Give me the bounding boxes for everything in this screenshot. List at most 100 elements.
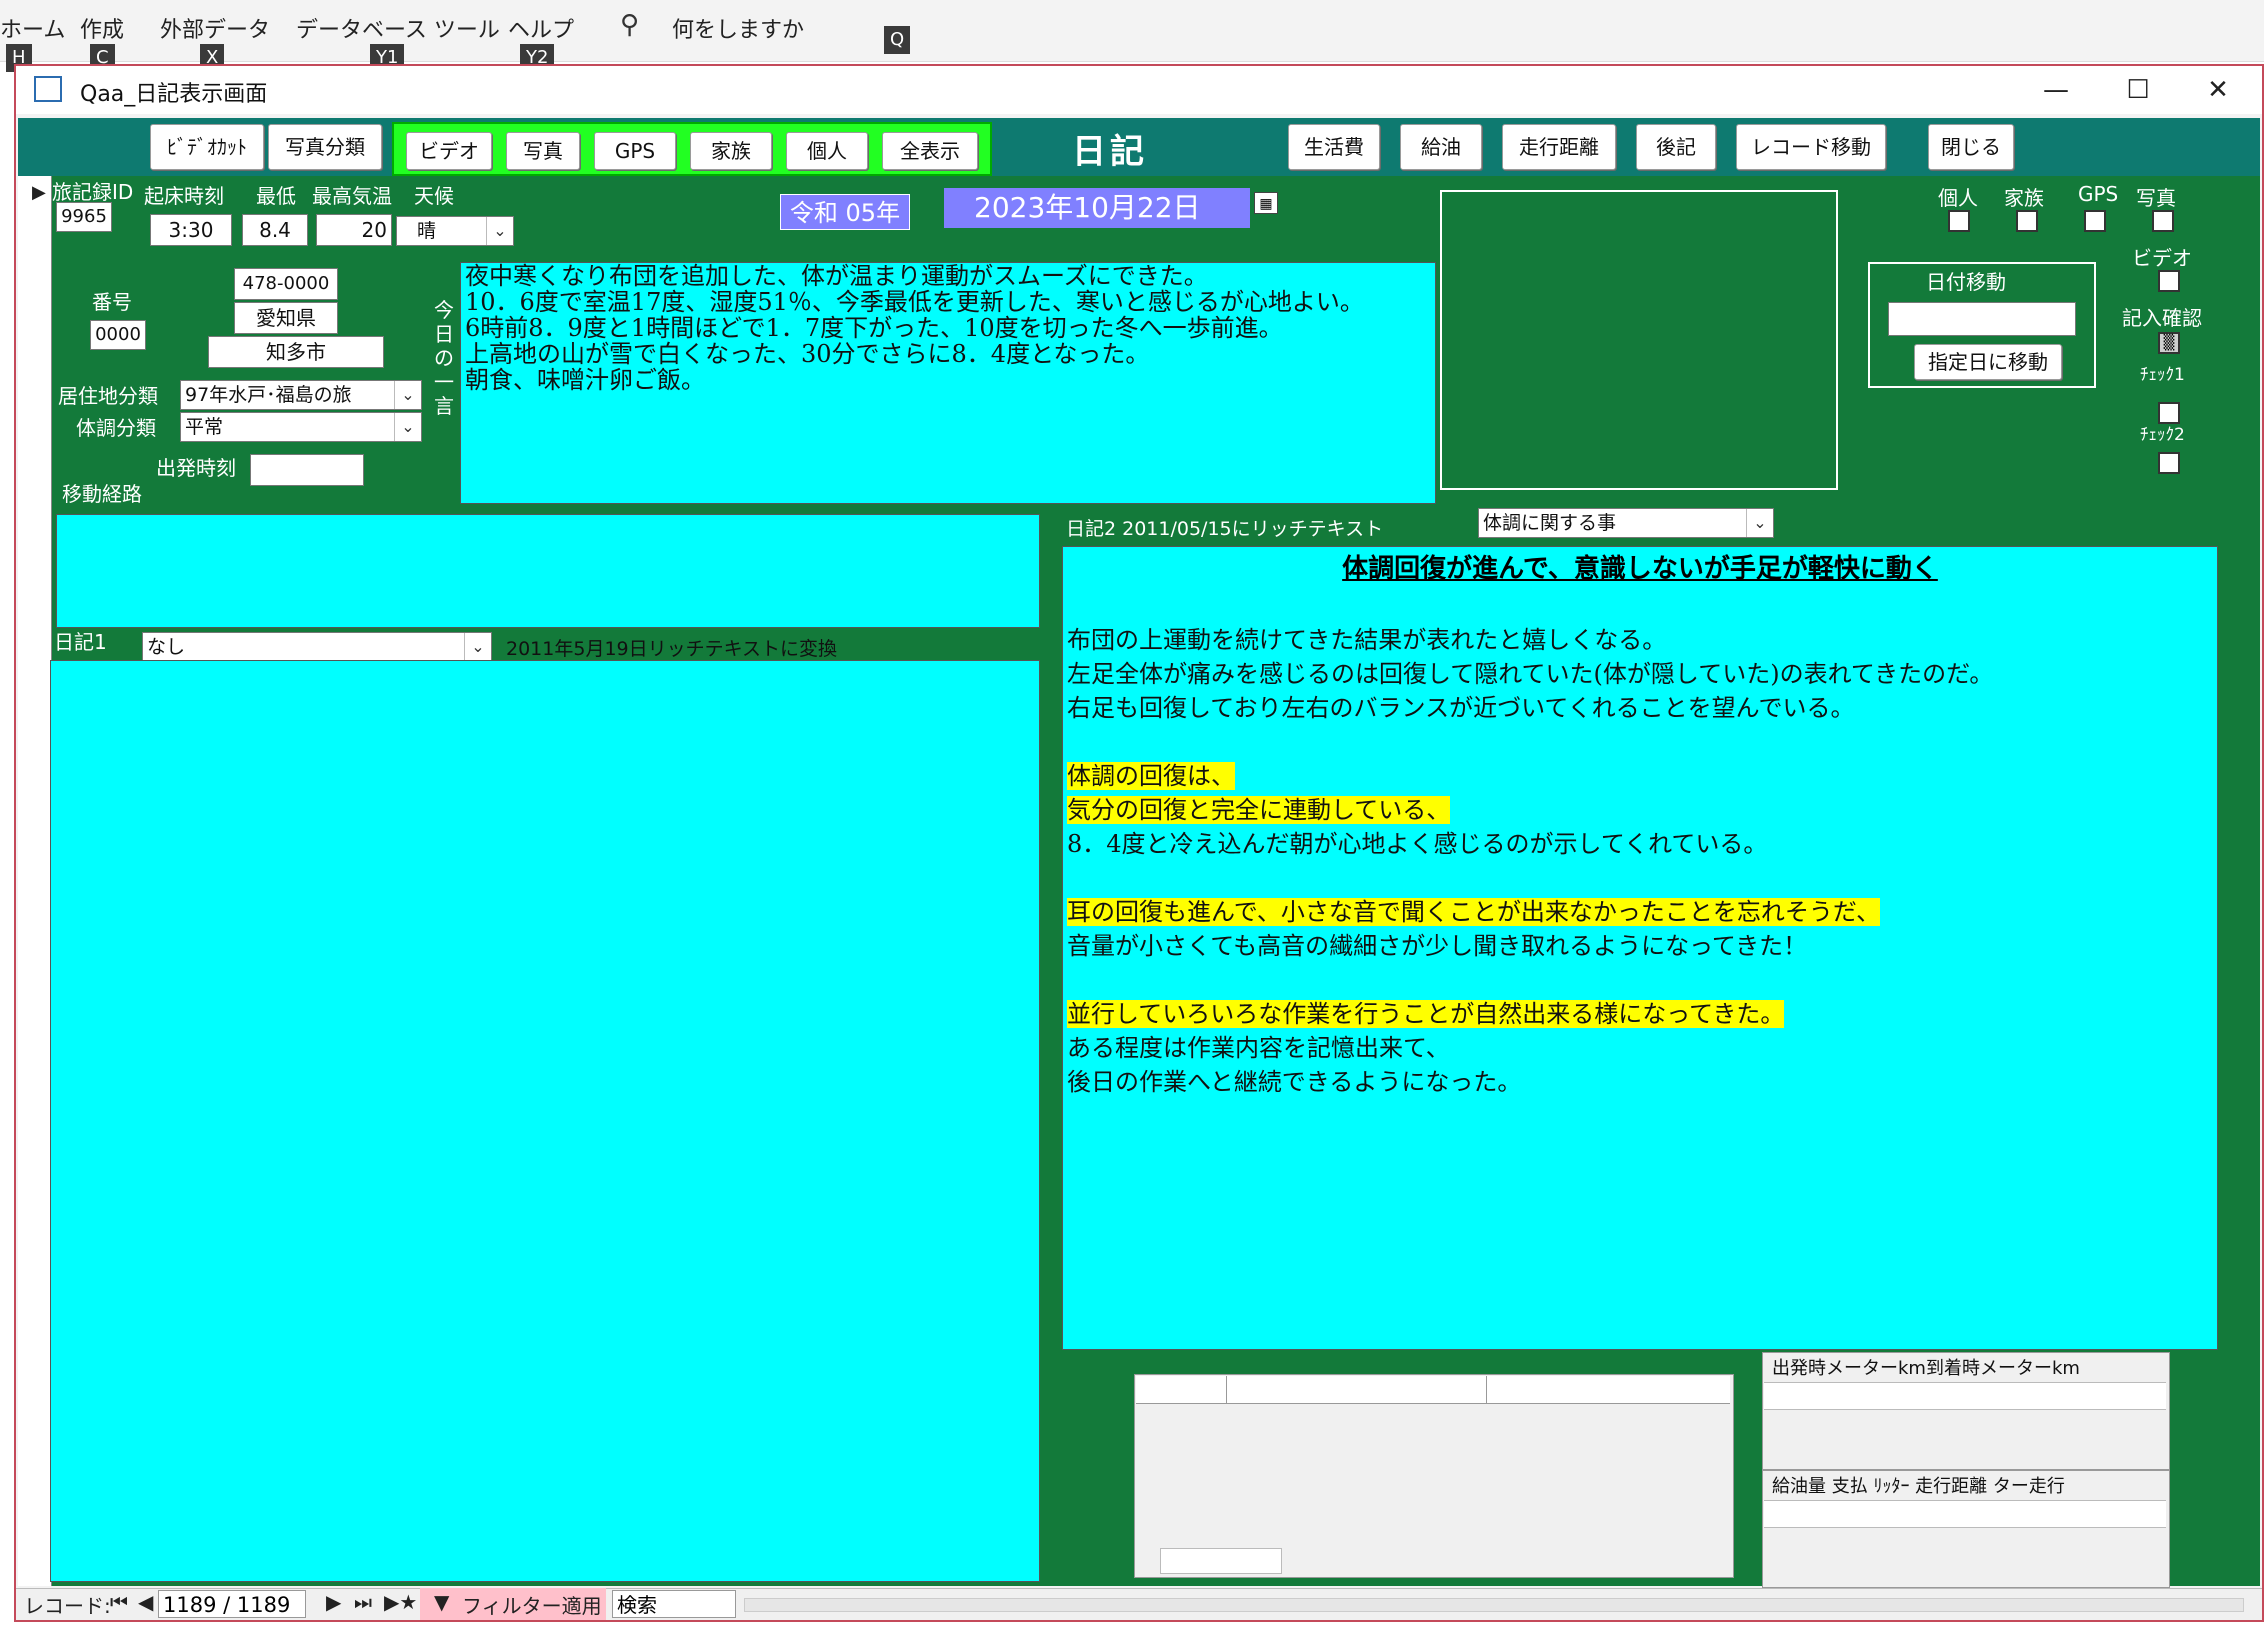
diary-date-field[interactable]: 2023年10月22日 xyxy=(944,188,1250,228)
diary2-line: 音量が小さくても高音の繊細さが少し聞き取れるようになってきた！ xyxy=(1067,929,2213,963)
postscript-button[interactable]: 後記 xyxy=(1636,124,1716,170)
condition-class-combo[interactable]: 平常 ⌄ xyxy=(180,412,422,442)
family-checkbox[interactable] xyxy=(2016,210,2038,232)
postal-code-field[interactable]: 478-0000 xyxy=(234,268,338,300)
diary2-richtext[interactable]: 体調回復が進んで、意識しないが手足が軽快に動く 布団の上運動を続けてきた結果が表… xyxy=(1062,546,2218,1350)
date-move-label: 日付移動 xyxy=(1926,270,2006,294)
filter-applied-label: フィルター適用 xyxy=(462,1594,602,1618)
diary1-category-value: なし xyxy=(147,636,186,658)
gps-checkbox[interactable] xyxy=(2084,210,2106,232)
chevron-down-icon[interactable]: ⌄ xyxy=(394,413,421,441)
living-expenses-button[interactable]: 生活費 xyxy=(1288,124,1380,170)
close-form-button[interactable]: 閉じる xyxy=(1928,124,2014,170)
new-record-icon[interactable]: ▶★ xyxy=(384,1590,417,1614)
diary2-line: 布団の上運動を続けてきた結果が表れたと嬉しくなる。 xyxy=(1067,623,2213,657)
diary2-line-text: 体調の回復は、 xyxy=(1067,762,1235,790)
diary2-line-text: 右足も回復しており左右のバランスが近づいてくれることを望んでいる。 xyxy=(1067,694,1855,722)
departure-time-label: 出発時刻 xyxy=(156,456,236,480)
gps-check-label: GPS xyxy=(2078,182,2119,206)
ribbon-tab-create[interactable]: 作成 xyxy=(80,12,124,44)
wake-time-field[interactable]: 3:30 xyxy=(150,214,232,246)
horizontal-scrollbar[interactable] xyxy=(744,1598,2244,1612)
video-cut-button[interactable]: ﾋﾞﾃﾞｵｶｯﾄ xyxy=(150,124,264,170)
ribbon-tab-help[interactable]: ヘルプ xyxy=(508,12,574,44)
diary2-line-text: 左足全体が痛みを感じるのは回復して隠れていた(体が隠していた)の表れてきたのだ。 xyxy=(1067,660,1994,688)
personal-checkbox[interactable] xyxy=(1948,210,1970,232)
filter-gps-button[interactable]: GPS xyxy=(594,132,676,170)
keytip-q: Q xyxy=(884,26,911,54)
ribbon-tab-database-tools[interactable]: データベース ツール xyxy=(296,12,500,44)
number-field[interactable]: 0000 xyxy=(90,320,146,350)
maximize-icon[interactable]: ☐ xyxy=(2108,68,2168,112)
photo-checkbox[interactable] xyxy=(2152,210,2174,232)
filter-personal-button[interactable]: 個人 xyxy=(786,132,868,170)
mileage-button[interactable]: 走行距離 xyxy=(1502,124,1616,170)
filter-icon: ▼ xyxy=(434,1590,450,1614)
diary2-line-text: 布団の上運動を続けてきた結果が表れたと嬉しくなる。 xyxy=(1067,626,1667,654)
diary1-textarea[interactable] xyxy=(50,660,1040,1582)
filter-video-button[interactable]: ビデオ xyxy=(406,132,492,170)
max-temp-field[interactable]: 20 xyxy=(316,214,392,246)
diary2-line-text: ある程度は作業内容を記憶出来て、 xyxy=(1067,1034,1450,1062)
chevron-down-icon[interactable]: ⌄ xyxy=(486,217,513,245)
record-position-field[interactable]: 1189 / 1189 xyxy=(158,1590,306,1618)
diary2-category-value: 体調に関する事 xyxy=(1483,512,1617,534)
tell-me-search[interactable]: 何をしますか xyxy=(672,12,804,44)
chevron-down-icon[interactable]: ⌄ xyxy=(464,633,491,661)
city-field[interactable]: 知多市 xyxy=(208,336,384,368)
ribbon-tab-external-data[interactable]: 外部データ xyxy=(160,12,270,44)
calendar-icon[interactable]: ▦ xyxy=(1254,192,1278,214)
filter-show-all-button[interactable]: 全表示 xyxy=(882,132,978,170)
weather-label: 天候 xyxy=(414,184,454,208)
trip-id-field[interactable]: 9965 xyxy=(56,202,112,232)
search-box[interactable]: 検索 xyxy=(612,1590,736,1618)
record-move-button[interactable]: レコード移動 xyxy=(1736,124,1886,170)
previous-record-icon[interactable]: ◀ xyxy=(138,1590,153,1614)
chevron-down-icon[interactable]: ⌄ xyxy=(1746,509,1773,537)
trip-id-label: 旅記録ID xyxy=(52,176,134,205)
close-icon[interactable]: ✕ xyxy=(2188,68,2248,112)
weather-combo[interactable]: 晴 ⌄ xyxy=(396,216,514,246)
diary2-line: 右足も回復しており左右のバランスが近づいてくれることを望んでいる。 xyxy=(1067,691,2213,725)
minimize-icon[interactable]: — xyxy=(2026,68,2086,112)
filter-photo-button[interactable]: 写真 xyxy=(506,132,580,170)
diary2-line: 後日の作業へと継続できるようになった。 xyxy=(1067,1065,2213,1099)
refuel-button[interactable]: 給油 xyxy=(1400,124,1482,170)
todays-word-textarea[interactable]: 夜中寒くなり布団を追加した、体が温まり運動がスムーズにできた。 10．6度で室温… xyxy=(460,262,1436,504)
chevron-down-icon[interactable]: ⌄ xyxy=(394,381,421,409)
record-selector[interactable] xyxy=(18,176,52,1586)
ribbon-tab-home[interactable]: ホーム xyxy=(0,12,65,44)
max-temp-label: 最高気温 xyxy=(312,184,392,208)
diary2-line: 耳の回復も進んで、小さな音で聞くことが出来なかったことを忘れそうだ、 xyxy=(1067,895,2213,929)
check2-checkbox[interactable] xyxy=(2158,452,2180,474)
diary2-category-combo[interactable]: 体調に関する事 ⌄ xyxy=(1478,508,1774,538)
last-record-icon[interactable]: ⏭ xyxy=(354,1590,372,1614)
video-checkbox[interactable] xyxy=(2158,270,2180,292)
record-label: レコード: xyxy=(24,1594,111,1618)
min-temp-field[interactable]: 8.4 xyxy=(242,214,308,246)
form-icon xyxy=(34,76,62,102)
diary1-category-combo[interactable]: なし ⌄ xyxy=(142,632,492,662)
date-move-input[interactable] xyxy=(1888,302,2076,336)
era-year-field[interactable]: 令和 05年 xyxy=(780,194,910,230)
video-check-label: ビデオ xyxy=(2132,246,2192,270)
diary2-line-text: 後日の作業へと継続できるようになった。 xyxy=(1067,1068,1522,1096)
residence-class-combo[interactable]: 97年水戸･福島の旅 ⌄ xyxy=(180,380,422,410)
departure-time-field[interactable] xyxy=(250,454,364,486)
route-textarea[interactable] xyxy=(56,514,1040,628)
check1-label: ﾁｪｯｸ1 xyxy=(2140,365,2185,385)
family-check-label: 家族 xyxy=(2004,186,2044,210)
entry-confirm-label: 記入確認 xyxy=(2122,306,2202,330)
prefecture-field[interactable]: 愛知県 xyxy=(234,302,338,334)
fuel-row[interactable] xyxy=(1764,1500,2166,1528)
photo-category-button[interactable]: 写真分類 xyxy=(268,124,382,170)
next-record-icon[interactable]: ▶ xyxy=(326,1590,341,1614)
filter-family-button[interactable]: 家族 xyxy=(690,132,772,170)
go-to-date-button[interactable]: 指定日に移動 xyxy=(1914,344,2062,380)
search-icon[interactable]: ⚲ xyxy=(620,10,639,40)
meter-row[interactable] xyxy=(1764,1382,2166,1410)
entry-confirm-checkbox[interactable]: ▒ xyxy=(2158,332,2180,354)
first-record-icon[interactable]: ⏮ xyxy=(110,1590,128,1614)
residence-class-value: 97年水戸･福島の旅 xyxy=(185,384,352,406)
form-heading: 日記 xyxy=(1072,132,1148,172)
